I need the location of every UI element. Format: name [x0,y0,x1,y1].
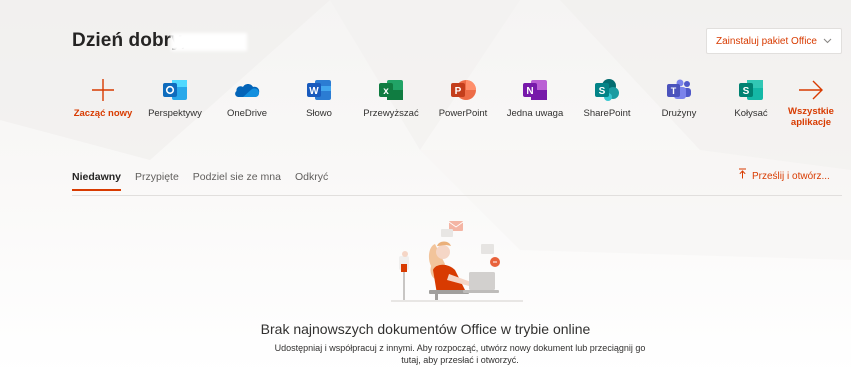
outlook-icon [161,78,189,102]
app-label: Jedna uwaga [506,108,564,119]
app-outlook[interactable]: Perspektywy [138,78,212,136]
sharepoint-icon: S [593,78,621,102]
app-onedrive[interactable]: OneDrive [210,78,284,136]
document-tabs: Niedawny Przypięte Podziel sie ze mna Od… [72,168,342,191]
tab-recent[interactable]: Niedawny [72,168,122,191]
app-label: Zacząć nowy [73,108,133,119]
chevron-down-icon [823,36,832,47]
app-powerpoint[interactable]: P PowerPoint [426,78,500,136]
svg-text:S: S [743,86,750,97]
app-sharepoint[interactable]: S SharePoint [570,78,644,136]
empty-state-illustration [391,221,523,302]
tab-pinned[interactable]: Przypięte [135,168,179,188]
app-label: PowerPoint [438,108,488,119]
word-icon: W [305,78,333,102]
greeting-title: Dzień dobry, [72,30,186,51]
svg-text:x: x [383,86,389,97]
app-label: Drużyny [661,108,697,119]
svg-text:N: N [526,86,533,97]
upload-icon [738,168,747,186]
app-new[interactable]: Zacząć nowy [66,78,140,136]
empty-state-title: Brak najnowszych dokumentów Office w try… [260,321,591,337]
tab-discover[interactable]: Odkryć [295,168,328,188]
arrow-right-icon [797,78,825,102]
upload-and-open-button[interactable]: Prześlij i otwórz... [738,168,830,186]
install-office-label: Zainstaluj pakiet Office [716,35,817,47]
app-label: Wszystkie aplikacje [788,106,834,128]
app-onenote[interactable]: N Jedna uwaga [498,78,572,136]
upload-label: Prześlij i otwórz... [752,171,830,182]
excel-icon: x [377,78,405,102]
app-label: Przewyższać [363,108,419,119]
office-home-page: Dzień dobry, Zainstaluj pakiet Office Za… [0,0,851,376]
sway-icon: S [737,78,765,102]
app-teams[interactable]: T Drużyny [642,78,716,136]
redacted-username [171,33,247,51]
app-excel[interactable]: x Przewyższać [354,78,428,136]
onenote-icon: N [521,78,549,102]
app-word[interactable]: W Słowo [282,78,356,136]
empty-state-description: Udostępniaj i współpracuj z innymi. Aby … [274,343,646,365]
teams-icon: T [665,78,693,102]
powerpoint-icon: P [449,78,477,102]
app-label: Kołysać [734,108,768,119]
plus-icon [89,78,117,102]
app-launcher-row: Zacząć nowy Perspektywy OneDrive W Słowo… [66,78,846,138]
svg-text:P: P [455,86,462,97]
app-label: SharePoint [583,108,631,119]
svg-text:T: T [671,86,677,96]
app-all-apps[interactable]: Wszystkie aplikacje [774,78,848,136]
svg-text:S: S [599,86,606,97]
app-label: OneDrive [226,108,268,119]
install-office-button[interactable]: Zainstaluj pakiet Office [706,28,842,54]
app-label: Słowo [306,108,332,119]
svg-text:W: W [309,86,319,97]
tab-shared-with-me[interactable]: Podziel sie ze mna [193,168,281,188]
app-label: Perspektywy [148,108,202,119]
tabs-divider [72,195,842,196]
onedrive-icon [233,78,261,102]
